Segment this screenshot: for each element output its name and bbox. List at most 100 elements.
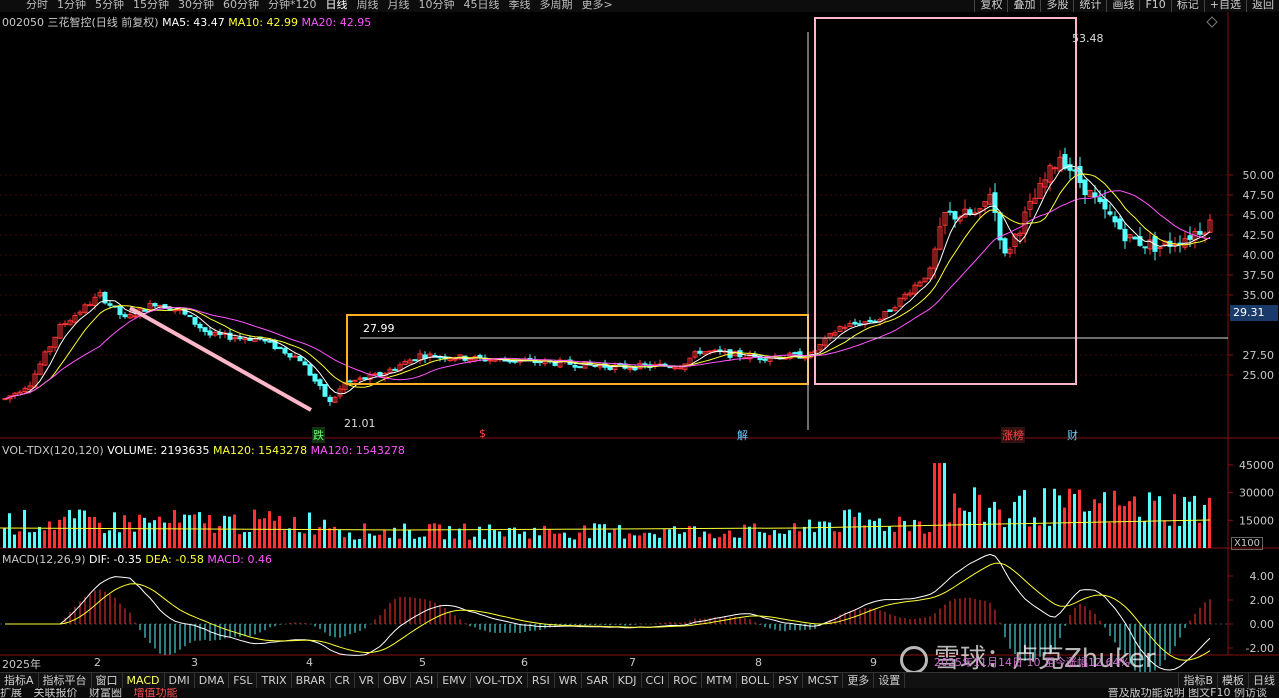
volume-bar [908,531,911,548]
status-item[interactable]: 增值功能 [134,688,178,698]
period-tab[interactable]: 周线 [357,0,379,11]
volume-bar [1093,499,1096,548]
volume-bar [273,520,276,548]
right-tab[interactable]: 日线 [1248,673,1279,688]
indicator-tab[interactable]: MACD [123,673,165,688]
month-label: 3 [191,656,198,669]
candle-body [317,379,323,386]
volume-bar [808,519,811,548]
volume-bar [733,537,736,548]
volume-bar [758,531,761,548]
tool-button[interactable]: 复权 [974,0,1007,12]
status-item[interactable]: 财富圈 [89,688,122,698]
indicator-tab[interactable]: 更多 [843,673,875,688]
indicator-tab[interactable]: RSI [528,673,555,688]
status-item[interactable]: 关联报价 [34,688,78,698]
indicator-tab[interactable]: SAR [582,673,614,688]
volume-bar [633,535,636,548]
right-tab[interactable]: 模板 [1217,673,1248,688]
volume-bar [973,487,976,548]
macd-title: MACD(12,26,9) [2,553,86,566]
indicator-tab[interactable]: DMI [165,673,195,688]
candle-body [677,367,683,370]
period-tab[interactable]: 30分钟 [178,0,214,11]
tool-button[interactable]: 返回 [1246,0,1279,12]
indicator-tab[interactable]: VR [355,673,380,688]
volume-bar [1083,511,1086,548]
indicator-tab[interactable]: CR [331,673,355,688]
event-zhangting[interactable]: 涨榜 [1001,427,1025,443]
status-item[interactable]: 扩展 [0,688,22,698]
tool-button[interactable]: +自选 [1203,0,1246,12]
indicator-tab[interactable]: 指标平台 [39,673,92,688]
indicator-tab[interactable]: BRAR [292,673,331,688]
candle-body [2,398,8,401]
tool-button[interactable]: 标记 [1170,0,1204,12]
kline-svg[interactable]: 50.0047.5045.0042.5040.0037.5035.0032.50… [0,12,1279,675]
tool-button[interactable]: 统计 [1073,0,1106,12]
macd-tick-label: 0.00 [1250,618,1275,631]
volume-bar [678,533,681,548]
tool-button[interactable]: 叠加 [1007,0,1040,12]
indicator-tab[interactable]: OBV [379,673,412,688]
period-tab[interactable]: 1分钟 [57,0,86,11]
indicator-tab[interactable]: KDJ [614,673,642,688]
volume-bar [828,522,831,548]
period-tab[interactable]: 45日线 [464,0,500,11]
volume-bar [438,524,441,548]
volume-bar [328,528,331,548]
chart-area[interactable]: 50.0047.5045.0042.5040.0037.5035.0032.50… [0,12,1279,675]
period-tab[interactable]: 更多> [582,0,613,11]
volume-bar [123,515,126,548]
indicator-tab[interactable]: CCI [642,673,670,688]
indicator-tab[interactable]: TRIX [257,673,292,688]
tool-button[interactable]: 多股 [1040,0,1073,12]
event-dollar[interactable]: $ [478,427,487,440]
period-tab[interactable]: 月线 [388,0,410,11]
period-tab[interactable]: 15分钟 [133,0,169,11]
period-tab[interactable]: 5分钟 [95,0,124,11]
indicator-tab[interactable]: MCST [803,673,844,688]
volume-bar [658,537,661,548]
period-tab[interactable]: 多周期 [540,0,573,11]
volume-bar [393,527,396,548]
candle-body [87,304,93,307]
indicator-tab[interactable]: PSY [774,673,804,688]
period-tab[interactable]: 分钟*120 [268,0,317,11]
indicator-tab[interactable]: MTM [702,673,737,688]
volume-bar [723,533,726,548]
indicator-tab[interactable]: VOL-TDX [471,673,528,688]
indicator-tab[interactable]: 窗口 [92,673,123,688]
volume-bar [663,528,666,548]
volume-bar [8,513,11,548]
period-tab[interactable]: 日线 [326,0,348,11]
indicator-tab[interactable]: ASI [411,673,439,688]
status-right-text[interactable]: 普及版功能说明 图文F10 例访谈 [1108,688,1267,698]
right-tab[interactable]: 指标B [1178,673,1217,688]
indicator-tab-list: 指标A 指标平台 窗口 MACD DMI DMA FSL TRIX BRAR CR VR OBV ASI… [0,673,906,688]
indicator-tab[interactable]: EMV [438,673,472,688]
event-die[interactable]: 跌 [312,427,325,443]
candle-body [372,373,378,376]
period-tab[interactable]: 分时 [26,0,48,11]
period-tab[interactable]: 60分钟 [223,0,259,11]
indicator-tab[interactable]: FSL [229,673,258,688]
period-tab[interactable]: 10分钟 [419,0,455,11]
vol-ma120-a: MA120: 1543278 [212,444,308,457]
event-cai[interactable]: 财 [1066,427,1079,443]
tool-button[interactable]: F10 [1139,0,1170,11]
volume-bar [48,521,51,548]
candle-body [362,377,368,380]
period-tab[interactable]: 季线 [509,0,531,11]
indicator-tab[interactable]: BOLL [737,673,775,688]
indicator-tab[interactable]: DMA [195,673,230,688]
indicator-tab[interactable]: 指标A [0,673,39,688]
indicator-tab[interactable]: 设置 [874,673,906,688]
tool-button[interactable]: 画线 [1106,0,1139,12]
event-jie[interactable]: 解 [736,427,749,443]
indicator-tab[interactable]: ROC [669,673,703,688]
indicator-tab[interactable]: WR [555,673,583,688]
volume-bar [688,526,691,548]
volume-bar [353,539,356,548]
price-tick-label: 40.00 [1243,249,1275,262]
